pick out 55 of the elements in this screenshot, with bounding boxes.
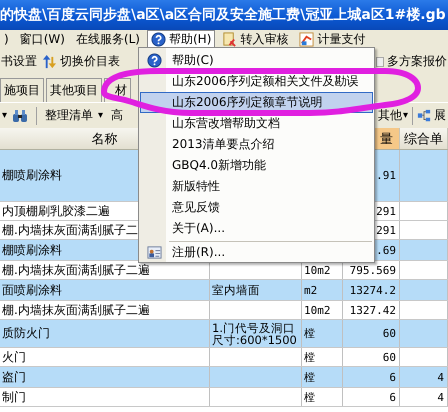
table-cell: 795.569	[350, 264, 396, 276]
table-cell: 10m2	[304, 264, 330, 276]
table-cell: 樘	[304, 326, 315, 341]
toolbar-button[interactable]: 展	[434, 107, 446, 124]
tab[interactable]: 其他项目	[46, 78, 102, 102]
toolbar-button[interactable]: 整理清单	[45, 107, 94, 124]
table-cell: 火门	[0, 348, 210, 366]
column-header: 综合单	[400, 128, 448, 149]
binoculars-icon[interactable]	[12, 108, 28, 124]
menu-item[interactable]: 在线服务(L)	[76, 30, 140, 48]
toolbar-button[interactable]: 高	[111, 107, 124, 124]
table-cell: 291	[376, 224, 396, 236]
dropdown-arrow[interactable]: ▾	[402, 110, 408, 121]
tree-icon	[417, 108, 431, 122]
table-cell: 盗门	[0, 367, 210, 387]
menu-item[interactable]: 窗口(W)	[20, 30, 65, 48]
table-cell: 制门	[0, 388, 210, 406]
table-cell: 4	[437, 390, 444, 404]
table-cell: .69	[376, 244, 396, 256]
table-cell: 面喷刷涂料	[0, 280, 210, 300]
menu-item[interactable]: )	[4, 32, 9, 46]
window-title: 的快盘\百度云同步盘\a区\a区合同及安全施工费\冠亚上城a区1#楼.gb	[0, 0, 448, 30]
table-cell: 60	[382, 327, 396, 340]
table-cell: 质防火门	[0, 320, 210, 347]
document-icon	[222, 32, 238, 46]
toolbar-button[interactable]: 书设置	[1, 53, 37, 70]
table-cell: 樘	[304, 390, 315, 404]
tab[interactable]: 施项目	[0, 78, 44, 102]
table-cell: 291	[376, 204, 396, 218]
table-cell: 1327.42	[350, 304, 396, 316]
dropdown-arrow[interactable]: ▾	[2, 110, 8, 121]
menu-item[interactable]: 计量支付	[317, 30, 366, 48]
table-cell: 室内墙面	[212, 284, 260, 296]
dropdown-arrow[interactable]: ▾	[98, 110, 104, 121]
up-down-arrows-icon	[42, 54, 57, 69]
table-cell: 棚.内墙抹灰面满刮腻子二遍	[0, 301, 210, 319]
table-cell: 樘	[304, 350, 315, 364]
toolbar-button[interactable]: 多方案报价	[387, 53, 447, 70]
table-cell: 13274.2	[350, 284, 396, 296]
toolbar-button[interactable]: 切换价目表	[60, 53, 120, 70]
menu-item[interactable]: 转入审核	[240, 30, 288, 48]
table-cell: m2	[304, 284, 318, 296]
table-cell: 6	[389, 370, 396, 384]
table-cell: .91	[376, 169, 396, 182]
toolbar-button[interactable]: 其他	[378, 107, 402, 124]
table-cell: 10m2	[304, 304, 330, 316]
help-icon	[147, 53, 162, 68]
table-cell: 4	[437, 370, 444, 384]
menu-item[interactable]: 帮助(C)	[140, 50, 373, 71]
table-cell-text: 1.门代号及洞口尺寸:600*1500	[212, 322, 298, 346]
table-cell: 6	[389, 390, 396, 404]
menu-item[interactable]: 山东2006序列定额相关文件及勘误	[140, 71, 373, 92]
contact-card-icon	[147, 245, 162, 260]
table-cell: 樘	[304, 370, 315, 384]
table-cell: 60	[382, 350, 396, 364]
